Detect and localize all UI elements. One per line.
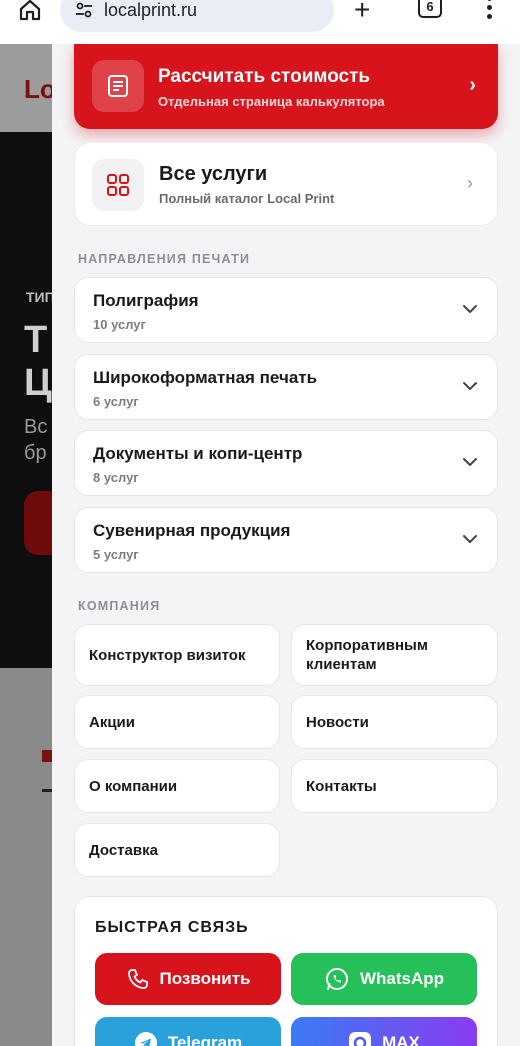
direction-name: Полиграфия — [93, 291, 199, 310]
background-heading-2: Ц — [24, 362, 52, 404]
all-services-subtitle: Полный каталог Local Print — [159, 191, 335, 206]
company-link-about[interactable]: О компании — [74, 759, 280, 813]
direction-item-documents[interactable]: Документы и копи-центр 8 услуг — [74, 430, 498, 496]
company-section-label: КОМПАНИЯ — [78, 599, 161, 613]
direction-count: 8 услуг — [93, 470, 139, 485]
background-heading-1: Т — [24, 319, 48, 361]
max-button[interactable]: MAX — [291, 1017, 477, 1046]
direction-item-wide-format[interactable]: Широкоформатная печать 6 услуг — [74, 354, 498, 420]
background-logo: Lo — [24, 74, 56, 104]
calculator-card[interactable]: Рассчитать стоимость Отдельная страница … — [74, 44, 498, 129]
calculator-title: Рассчитать стоимость — [158, 66, 371, 87]
background-text-1: Вс — [24, 416, 48, 438]
quick-contact-title: БЫСТРАЯ СВЯЗЬ — [95, 919, 249, 936]
direction-item-souvenirs[interactable]: Сувенирная продукция 5 услуг — [74, 507, 498, 573]
whatsapp-button-label: WhatsApp — [359, 969, 445, 988]
url-text: localprint.ru — [104, 0, 198, 20]
address-bar[interactable]: localprint.ru — [60, 0, 334, 32]
telegram-button-label: Telegram — [167, 1033, 243, 1046]
telegram-button[interactable]: Telegram — [95, 1017, 281, 1046]
company-link-contacts[interactable]: Контакты — [291, 759, 498, 813]
chevron-right-icon: › — [469, 74, 476, 96]
company-link-promotions[interactable]: Акции — [74, 695, 280, 749]
tab-count-button[interactable]: 6 — [418, 0, 442, 18]
whatsapp-icon — [325, 968, 348, 990]
whatsapp-button[interactable]: WhatsApp — [291, 953, 477, 1005]
all-services-card[interactable]: Все услуги Полный каталог Local Print › — [74, 142, 498, 226]
chevron-right-icon: › — [467, 173, 473, 193]
direction-item-polygraphy[interactable]: Полиграфия 10 услуг — [74, 277, 498, 343]
company-link-card-builder[interactable]: Конструктор визиток — [74, 624, 280, 686]
home-icon[interactable] — [16, 0, 44, 24]
grid-icon — [92, 159, 144, 211]
calculator-icon — [92, 60, 144, 112]
call-button[interactable]: Позвонить — [95, 953, 281, 1005]
telegram-icon — [134, 1032, 157, 1046]
company-link-delivery[interactable]: Доставка — [74, 823, 280, 877]
chevron-down-icon — [463, 305, 477, 313]
chevron-down-icon — [463, 535, 477, 543]
directions-section-label: НАПРАВЛЕНИЯ ПЕЧАТИ — [78, 252, 251, 266]
direction-count: 5 услуг — [93, 547, 139, 562]
chevron-down-icon — [463, 458, 477, 466]
quick-contact-card: БЫСТРАЯ СВЯЗЬ Позвонить WhatsApp Telegra… — [74, 896, 498, 1046]
phone-icon — [127, 969, 148, 989]
browser-toolbar: localprint.ru + 6 — [0, 0, 520, 44]
max-button-label: MAX — [382, 1033, 420, 1046]
site-settings-icon[interactable] — [74, 0, 94, 20]
max-icon — [349, 1032, 372, 1046]
background-label: ТИП — [26, 289, 55, 305]
direction-count: 10 услуг — [93, 317, 146, 332]
direction-count: 6 услуг — [93, 394, 139, 409]
more-menu-icon[interactable] — [482, 0, 496, 22]
navigation-drawer: Рассчитать стоимость Отдельная страница … — [52, 44, 520, 1046]
call-button-label: Позвонить — [159, 969, 251, 988]
calculator-subtitle: Отдельная страница калькулятора — [158, 94, 385, 109]
company-link-corporate[interactable]: Корпоративным клиентам — [291, 624, 498, 686]
chevron-down-icon — [463, 382, 477, 390]
direction-name: Документы и копи-центр — [93, 444, 303, 463]
company-link-news[interactable]: Новости — [291, 695, 498, 749]
all-services-title: Все услуги — [159, 163, 268, 185]
new-tab-icon[interactable]: + — [354, 0, 370, 26]
direction-name: Широкоформатная печать — [93, 368, 318, 387]
direction-name: Сувенирная продукция — [93, 521, 291, 540]
background-text-2: бр — [24, 442, 47, 464]
